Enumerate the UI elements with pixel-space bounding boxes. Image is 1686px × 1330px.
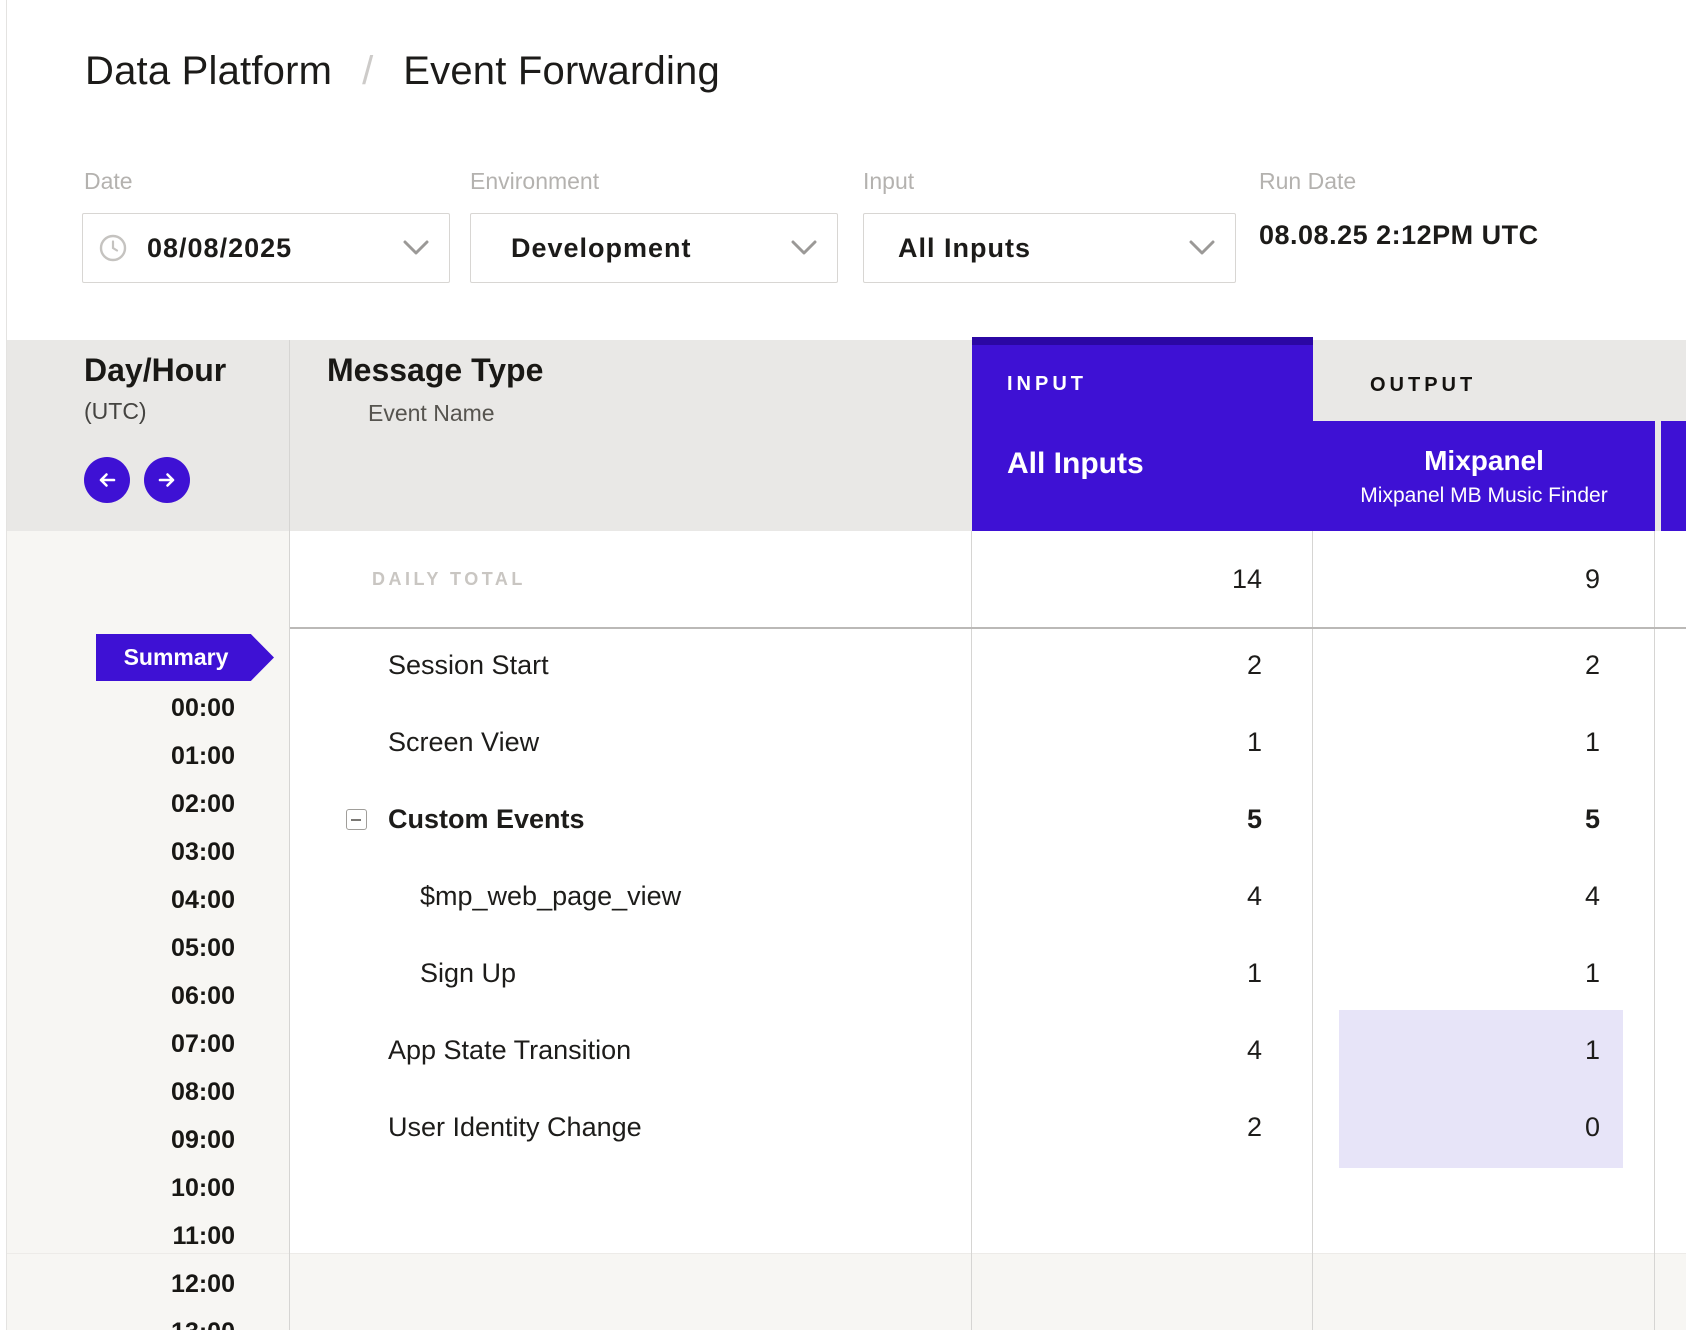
table-header-band: Day/Hour (UTC) Message Type Event Name I… <box>7 340 1686 531</box>
row-input-value: 5 <box>1247 781 1262 858</box>
hour-item[interactable]: 03:00 <box>0 828 235 876</box>
table-row: App State Transition 4 1 <box>290 1012 1686 1089</box>
arrow-left-icon <box>94 467 120 493</box>
daily-total-label: DAILY TOTAL <box>372 531 526 627</box>
breadcrumb: Data Platform / Event Forwarding <box>0 0 1686 143</box>
table-row: Session Start 2 2 <box>290 627 1686 704</box>
environment-dropdown[interactable]: Development <box>470 213 838 283</box>
daily-total-input-value: 14 <box>1232 531 1262 627</box>
hour-item[interactable]: 10:00 <box>0 1164 235 1212</box>
summary-flag-label: Summary <box>96 634 274 681</box>
chevron-down-icon <box>791 240 817 256</box>
table-row: Screen View 1 1 <box>290 704 1686 781</box>
date-dropdown[interactable]: 08/08/2025 <box>82 213 450 283</box>
row-name: Sign Up <box>420 935 516 1012</box>
row-name: User Identity Change <box>388 1089 642 1166</box>
row-name: App State Transition <box>388 1012 631 1089</box>
table-row: $mp_web_page_view 4 4 <box>290 858 1686 935</box>
input-section-label: INPUT <box>1007 373 1087 396</box>
next-day-button[interactable] <box>144 457 190 503</box>
row-output-value: 5 <box>1585 781 1600 858</box>
row-output-value: 0 <box>1585 1089 1600 1166</box>
date-filter-label: Date <box>84 168 133 195</box>
output-highlight-cell <box>1339 1010 1623 1091</box>
input-column-title: All Inputs <box>1007 447 1144 481</box>
hour-item[interactable]: 00:00 <box>0 684 235 732</box>
environment-value: Development <box>511 233 692 264</box>
hour-item[interactable]: 01:00 <box>0 732 235 780</box>
clock-icon <box>99 234 127 262</box>
row-input-value: 2 <box>1247 627 1262 704</box>
daily-total-output-value: 9 <box>1585 531 1600 627</box>
row-input-value: 4 <box>1247 858 1262 935</box>
row-input-value: 4 <box>1247 1012 1262 1089</box>
hour-item[interactable]: 02:00 <box>0 780 235 828</box>
row-output-value: 1 <box>1585 935 1600 1012</box>
row-input-value: 1 <box>1247 704 1262 781</box>
row-name: Session Start <box>388 627 549 704</box>
arrow-right-icon <box>154 467 180 493</box>
row-name: Custom Events <box>388 781 585 858</box>
output-column-header[interactable]: Mixpanel Mixpanel MB Music Finder <box>1313 421 1655 531</box>
hour-item[interactable]: 11:00 <box>0 1212 235 1260</box>
date-value: 08/08/2025 <box>147 233 292 264</box>
hour-item[interactable]: 07:00 <box>0 1020 235 1068</box>
hour-item[interactable]: 04:00 <box>0 876 235 924</box>
run-date-label: Run Date <box>1259 168 1356 195</box>
table-footer-band <box>7 1253 1686 1330</box>
input-filter-value: All Inputs <box>898 233 1031 264</box>
row-input-value: 2 <box>1247 1089 1262 1166</box>
hour-item[interactable]: 12:00 <box>0 1260 235 1308</box>
day-hour-subtitle: (UTC) <box>84 398 147 425</box>
chevron-down-icon <box>403 240 429 256</box>
row-output-value: 1 <box>1585 1012 1600 1089</box>
table-row-custom-events: Custom Events 5 5 <box>290 781 1686 858</box>
hour-item[interactable]: 09:00 <box>0 1116 235 1164</box>
row-output-value: 2 <box>1585 627 1600 704</box>
daily-total-row: DAILY TOTAL 14 9 <box>290 531 1686 629</box>
hour-list: 00:00 01:00 02:00 03:00 04:00 05:00 06:0… <box>0 684 235 1330</box>
input-dropdown[interactable]: All Inputs <box>863 213 1236 283</box>
event-forwarding-page: Data Platform / Event Forwarding Date 08… <box>0 0 1686 1330</box>
hour-item[interactable]: 13:00 <box>0 1308 235 1330</box>
input-filter-label: Input <box>863 168 914 195</box>
hour-item[interactable]: 06:00 <box>0 972 235 1020</box>
output-column-header-partial <box>1661 421 1686 531</box>
message-type-header: Message Type <box>327 352 543 389</box>
hour-item[interactable]: 08:00 <box>0 1068 235 1116</box>
filter-bar: Date 08/08/2025 Environment Development … <box>0 142 1686 340</box>
previous-day-button[interactable] <box>84 457 130 503</box>
table-row: User Identity Change 2 0 <box>290 1089 1686 1166</box>
output-highlight-cell <box>1339 1087 1623 1168</box>
input-column-header: INPUT All Inputs <box>972 337 1313 531</box>
row-output-value: 4 <box>1585 858 1600 935</box>
environment-filter-label: Environment <box>470 168 599 195</box>
collapse-toggle-icon[interactable] <box>346 809 367 830</box>
row-name: $mp_web_page_view <box>420 858 681 935</box>
output-section-label: OUTPUT <box>1370 374 1476 397</box>
table-row: Sign Up 1 1 <box>290 935 1686 1012</box>
breadcrumb-separator: / <box>362 49 373 94</box>
page-title: Event Forwarding <box>403 49 720 94</box>
hour-item[interactable]: 05:00 <box>0 924 235 972</box>
row-output-value: 1 <box>1585 704 1600 781</box>
event-name-subtitle: Event Name <box>368 400 495 427</box>
summary-flag[interactable]: Summary <box>96 634 274 681</box>
breadcrumb-section[interactable]: Data Platform <box>85 49 332 94</box>
row-name: Screen View <box>388 704 539 781</box>
output-column-subtitle: Mixpanel MB Music Finder <box>1360 484 1607 508</box>
run-date-value: 08.08.25 2:12PM UTC <box>1259 220 1539 251</box>
output-column-title: Mixpanel <box>1424 445 1544 477</box>
row-input-value: 1 <box>1247 935 1262 1012</box>
chevron-down-icon <box>1189 240 1215 256</box>
day-hour-header: Day/Hour <box>84 352 226 389</box>
